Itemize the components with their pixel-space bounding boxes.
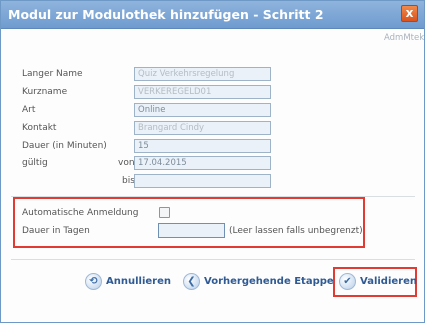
dauer-field[interactable]: 15 (134, 139, 271, 153)
check-icon: ✔ (339, 273, 356, 290)
dialog-window: Modul zur Modulothek hinzufügen - Schrit… (0, 0, 425, 323)
langer-name-label: Langer Name (22, 69, 83, 79)
validieren-button[interactable]: ✔ Validieren (339, 273, 417, 290)
close-button[interactable]: x (401, 5, 418, 22)
annullieren-label: Annullieren (106, 276, 171, 287)
langer-name-field[interactable]: Quiz Verkehrsregelung (134, 67, 271, 81)
divider-bottom (11, 259, 415, 260)
art-label: Art (22, 105, 36, 115)
art-field[interactable]: Online (134, 103, 271, 117)
dauer-tagen-field[interactable] (158, 223, 225, 238)
close-icon: x (405, 6, 414, 20)
vorhergehende-button[interactable]: ❮ Vorhergehende Etappe (183, 273, 334, 290)
annullieren-button[interactable]: ⟲ Annullieren (85, 273, 171, 290)
bis-date-field[interactable] (134, 174, 271, 188)
kontakt-field[interactable]: Brangard Cindy (134, 121, 271, 135)
title-bar[interactable]: Modul zur Modulothek hinzufügen - Schrit… (1, 1, 424, 29)
von-label: von (118, 158, 135, 168)
auto-anmeldung-label: Automatische Anmeldung (22, 208, 139, 218)
dauer-tagen-hint: (Leer lassen falls unbegrenzt) (229, 226, 363, 236)
gueltig-label: gültig (22, 158, 48, 168)
back-arrow-icon: ❮ (183, 273, 200, 290)
bis-label: bis (122, 176, 135, 186)
von-date-field[interactable]: 17.04.2015 (134, 156, 271, 170)
kontakt-label: Kontakt (22, 123, 57, 133)
kurzname-label: Kurzname (22, 87, 68, 97)
auto-anmeldung-checkbox[interactable] (159, 207, 170, 218)
annullieren-icon: ⟲ (85, 273, 102, 290)
dauer-tagen-label: Dauer in Tagen (22, 226, 90, 236)
validieren-label: Validieren (360, 276, 417, 287)
dauer-label: Dauer (in Minuten) (22, 141, 107, 151)
window-title: Modul zur Modulothek hinzufügen - Schrit… (8, 7, 324, 22)
kurzname-field[interactable]: VERKEREGELD01 (134, 85, 271, 99)
user-label: AdmMtek (384, 33, 425, 43)
vorhergehende-label: Vorhergehende Etappe (204, 276, 334, 287)
